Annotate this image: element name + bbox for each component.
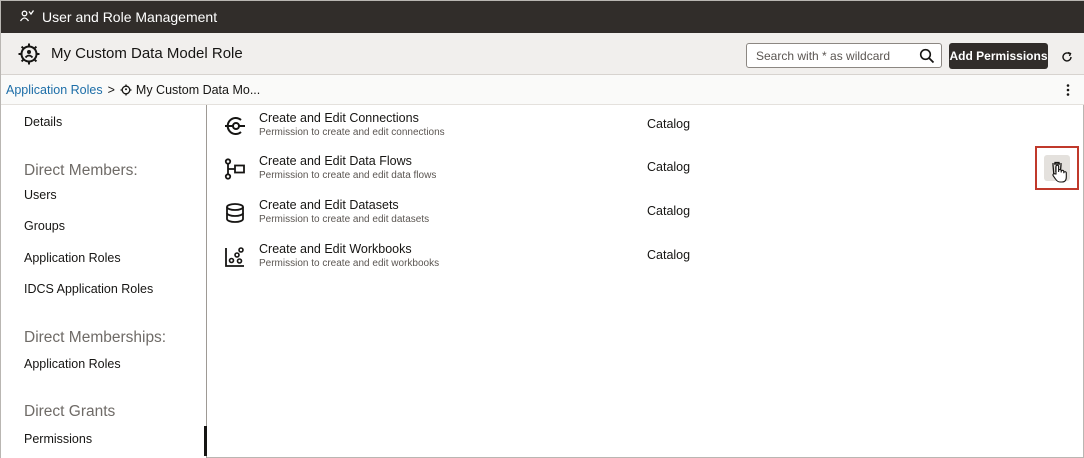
permission-description: Permission to create and edit workbooks (259, 258, 440, 269)
data-flow-icon (224, 158, 246, 180)
role-header: My Custom Data Model Role Add Permission… (1, 33, 1084, 75)
app-frame: User and Role Management My Custom Data … (0, 0, 1084, 458)
add-permissions-button[interactable]: Add Permissions (949, 43, 1048, 69)
breadcrumb-application-roles-link[interactable]: Application Roles (6, 83, 103, 97)
permission-category: Catalog (647, 117, 691, 131)
breadcrumb: Application Roles > My Custom Data Mo... (1, 75, 1084, 105)
title-bar: User and Role Management (1, 1, 1084, 33)
permission-description: Permission to create and edit datasets (259, 214, 430, 225)
permission-title: Create and Edit Connections (259, 111, 419, 125)
role-gear-icon (120, 84, 132, 96)
permission-category: Catalog (647, 248, 691, 262)
sidebar: Details Direct Members: Users Groups App… (1, 105, 207, 458)
role-gear-icon (17, 42, 41, 66)
users-icon (19, 9, 35, 25)
permission-category: Catalog (647, 160, 691, 174)
direct-members-heading: Direct Members: (24, 162, 138, 179)
permission-title: Create and Edit Workbooks (259, 242, 412, 256)
sidebar-item-idcs-application-roles[interactable]: IDCS Application Roles (24, 282, 153, 296)
dataset-icon (224, 202, 246, 224)
workbook-icon (224, 246, 246, 268)
direct-grants-heading: Direct Grants (24, 403, 116, 420)
permission-row[interactable]: Create and Edit Datasets Permission to c… (208, 194, 1078, 238)
permission-row[interactable]: Create and Edit Workbooks Permission to … (208, 238, 1078, 282)
permission-category: Catalog (647, 204, 691, 218)
sidebar-item-permissions[interactable]: Permissions (24, 432, 92, 446)
sidebar-item-application-roles[interactable]: Application Roles (24, 251, 121, 265)
permission-title: Create and Edit Datasets (259, 198, 399, 212)
connection-icon (224, 115, 246, 137)
delete-highlight (1035, 146, 1079, 190)
sidebar-item-membership-application-roles[interactable]: Application Roles (24, 357, 121, 371)
refresh-icon[interactable] (1060, 50, 1074, 64)
sidebar-item-users[interactable]: Users (24, 188, 57, 202)
permission-row[interactable]: Create and Edit Data Flows Permission to… (208, 150, 1078, 194)
app-title: User and Role Management (42, 9, 218, 25)
permission-description: Permission to create and edit data flows (259, 170, 437, 181)
search-icon[interactable] (919, 48, 935, 64)
permission-row[interactable]: Create and Edit Connections Permission t… (208, 107, 1078, 151)
sidebar-item-groups[interactable]: Groups (24, 219, 65, 233)
sidebar-item-details[interactable]: Details (24, 115, 62, 129)
permission-description: Permission to create and edit connection… (259, 127, 445, 138)
permission-title: Create and Edit Data Flows (259, 154, 412, 168)
search-box[interactable] (746, 43, 942, 68)
selected-indicator (204, 426, 207, 456)
search-input[interactable] (747, 48, 917, 63)
breadcrumb-separator: > (107, 82, 115, 97)
direct-memberships-heading: Direct Memberships: (24, 329, 167, 346)
page-title: My Custom Data Model Role (51, 45, 243, 62)
hand-cursor-icon (1051, 164, 1069, 184)
kebab-menu-icon[interactable] (1065, 83, 1071, 97)
breadcrumb-current: My Custom Data Mo... (135, 82, 261, 97)
